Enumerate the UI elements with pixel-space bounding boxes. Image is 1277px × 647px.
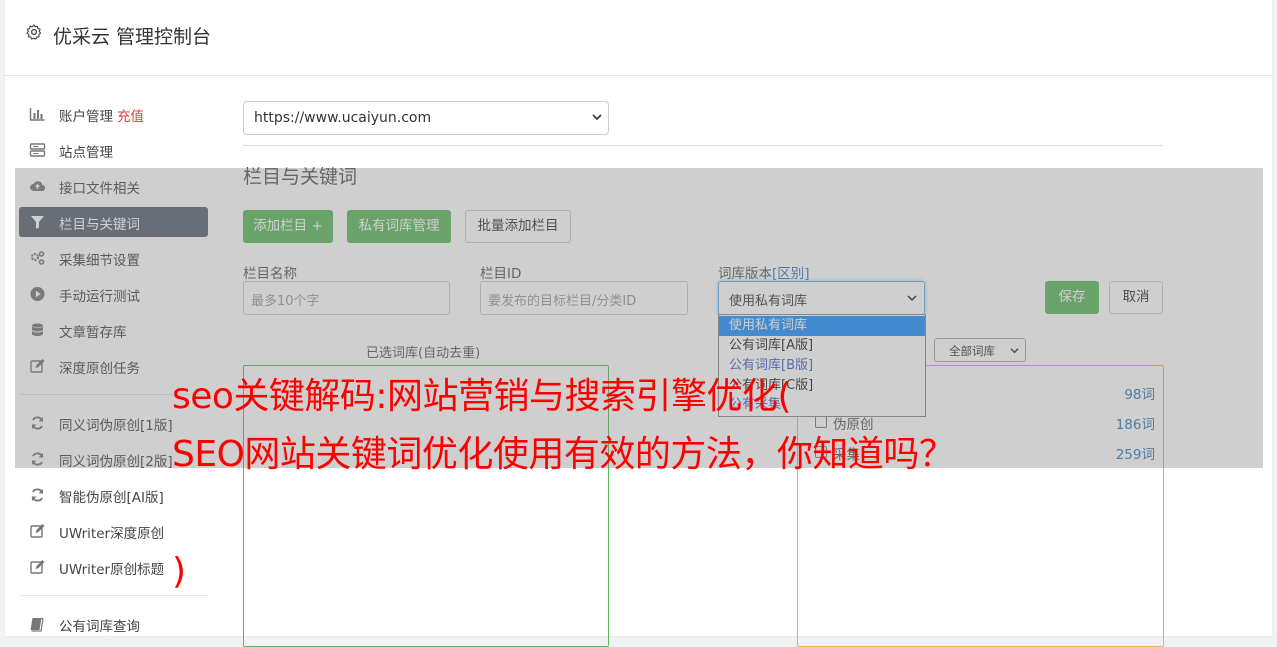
watermark-title-line2: SEO网站关键词优化使用有效的方法，你知道吗？: [172, 434, 955, 475]
gray-overlay: [15, 168, 1263, 468]
server-icon: [29, 143, 46, 157]
sidebar-item-label: 公有词库查询: [59, 619, 140, 635]
recharge-link[interactable]: 充值: [117, 109, 144, 125]
watermark-title-line1: seo关键解码:网站营销与搜索引擎优化(: [172, 376, 792, 417]
chevron-down-icon: [592, 114, 602, 121]
site-select[interactable]: https://www.ucaiyun.com: [243, 101, 609, 135]
book-icon: [30, 617, 44, 632]
sidebar-divider: [19, 595, 208, 596]
sidebar-item-label: UWriter原创标题: [59, 562, 165, 578]
gear-icon: [26, 24, 42, 40]
refresh-icon: [31, 488, 44, 502]
sidebar-item-label: 账户管理: [59, 109, 113, 125]
site-select-value: https://www.ucaiyun.com: [254, 110, 432, 126]
app-title: 优采云 管理控制台: [53, 26, 212, 48]
section-divider: [243, 145, 1163, 146]
sidebar-item-label: 智能伪原创[AI版]: [59, 490, 164, 506]
sidebar-item-label: UWriter深度原创: [59, 526, 165, 542]
edit-icon: [30, 560, 45, 574]
watermark-title-line3: ): [172, 551, 186, 592]
sidebar-item-public-lib[interactable]: 公有词库查询: [19, 609, 208, 639]
sidebar-item-sites[interactable]: 站点管理: [19, 135, 208, 165]
app-header: 优采云 管理控制台: [5, 0, 1272, 76]
bar-chart-icon: [29, 108, 45, 121]
sidebar-item-uwriter-deep[interactable]: UWriter深度原创: [19, 516, 208, 546]
edit-icon: [30, 524, 45, 538]
sidebar-item-account[interactable]: 账户管理 充值: [19, 99, 208, 129]
sidebar-item-label: 站点管理: [59, 145, 113, 161]
sidebar-item-ai-rewrite[interactable]: 智能伪原创[AI版]: [19, 480, 208, 510]
